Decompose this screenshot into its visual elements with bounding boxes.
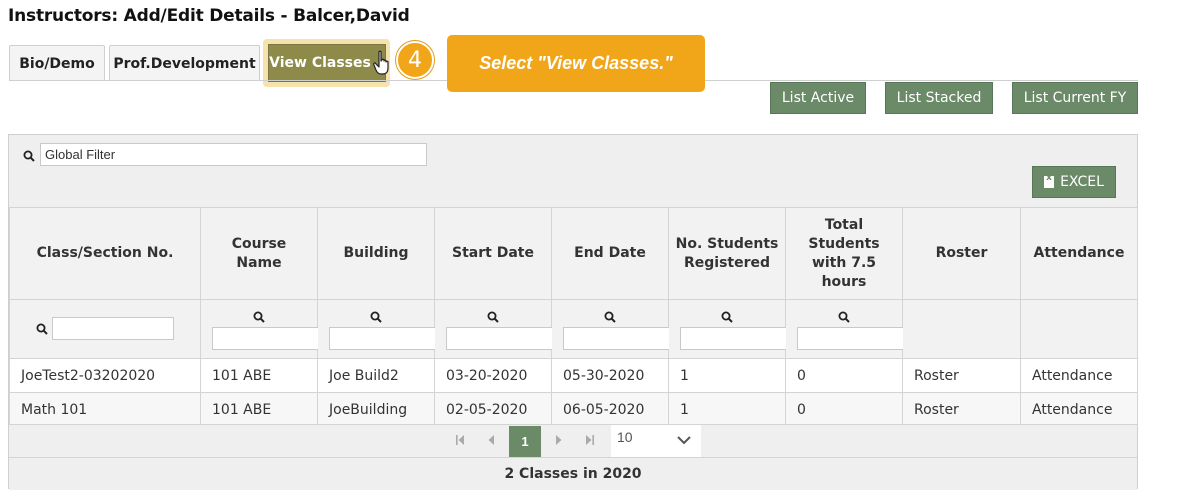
page-title: Instructors: Add/Edit Details - Balcer,D… — [8, 6, 410, 26]
table-row: JoeTest2-03202020 101 ABE Joe Build2 03-… — [9, 358, 1138, 393]
column-header-students-registered[interactable]: No. Students Registered — [668, 207, 786, 300]
filter-input-building[interactable] — [329, 327, 440, 350]
column-header-building[interactable]: Building — [317, 207, 435, 300]
search-icon — [487, 311, 499, 323]
column-header-roster: Roster — [902, 207, 1021, 300]
tab-prof-development[interactable]: Prof.Development — [109, 45, 260, 81]
class-section-link[interactable]: Math 101 — [9, 392, 201, 427]
list-current-fy-button[interactable]: List Current FY — [1012, 82, 1138, 114]
search-icon — [370, 311, 382, 323]
filter-cell-total-students-7-5 — [785, 299, 908, 359]
start-date-cell: 02-05-2020 — [434, 392, 552, 427]
filter-cell-roster — [902, 299, 1021, 359]
total-students-7-5-cell: 0 — [785, 392, 903, 427]
filter-cell-attendance — [1020, 299, 1138, 359]
column-header-attendance: Attendance — [1020, 207, 1138, 300]
list-stacked-button[interactable]: List Stacked — [885, 82, 993, 114]
column-header-course-name[interactable]: Course Name — [200, 207, 318, 300]
global-filter-input[interactable] — [40, 143, 427, 166]
attendance-link[interactable]: Attendance — [1020, 392, 1138, 427]
column-header-class-section[interactable]: Class/Section No. — [9, 207, 201, 300]
filter-cell-students-registered — [668, 299, 791, 359]
end-date-cell: 06-05-2020 — [551, 392, 669, 427]
total-students-7-5-cell: 0 — [785, 358, 903, 393]
tab-bio-demo[interactable]: Bio/Demo — [9, 45, 105, 81]
pager: 1 10 — [9, 424, 1137, 458]
next-page-icon[interactable] — [555, 434, 563, 446]
students-registered-cell: 1 — [668, 358, 786, 393]
chevron-down-icon — [677, 436, 691, 445]
filter-cell-start-date — [434, 299, 557, 359]
filter-input-total-students-7-5[interactable] — [797, 327, 908, 350]
filter-input-students-registered[interactable] — [680, 327, 791, 350]
filter-cell-building — [317, 299, 440, 359]
search-icon — [253, 311, 265, 323]
filter-input-start-date[interactable] — [446, 327, 557, 350]
filter-cell-course-name — [200, 299, 323, 359]
students-registered-cell: 1 — [668, 392, 786, 427]
classes-table: Class/Section No. Course Name Building S… — [9, 207, 1138, 427]
previous-page-icon[interactable] — [487, 434, 495, 446]
list-active-button[interactable]: List Active — [770, 82, 866, 114]
search-icon — [23, 150, 35, 162]
hand-pointer-icon — [373, 50, 389, 75]
course-name-cell: 101 ABE — [200, 392, 318, 427]
column-header-start-date[interactable]: Start Date — [434, 207, 552, 300]
page-size-value: 10 — [617, 429, 633, 445]
search-icon — [838, 311, 850, 323]
excel-export-button[interactable]: EXCEL — [1032, 166, 1116, 198]
filter-input-class-section[interactable] — [52, 317, 174, 340]
search-icon — [721, 311, 733, 323]
search-icon — [604, 311, 616, 323]
tutorial-callout: Select "View Classes." — [447, 35, 705, 92]
excel-button-label: EXCEL — [1060, 174, 1104, 190]
first-page-icon[interactable] — [455, 434, 465, 446]
start-date-cell: 03-20-2020 — [434, 358, 552, 393]
step-number-badge: 4 — [396, 41, 434, 79]
filter-input-end-date[interactable] — [563, 327, 674, 350]
building-cell: JoeBuilding — [317, 392, 435, 427]
last-page-icon[interactable] — [585, 434, 595, 446]
classes-grid: EXCEL Class/Section No. Course Name Buil… — [8, 134, 1138, 490]
filter-cell-end-date — [551, 299, 674, 359]
building-cell: Joe Build2 — [317, 358, 435, 393]
course-name-cell: 101 ABE — [200, 358, 318, 393]
grid-toolbar: EXCEL — [9, 135, 1137, 207]
column-header-end-date[interactable]: End Date — [551, 207, 669, 300]
excel-file-icon — [1044, 173, 1055, 188]
end-date-cell: 05-30-2020 — [551, 358, 669, 393]
column-header-total-students-7-5[interactable]: Total Students with 7.5 hours — [785, 207, 903, 300]
roster-link[interactable]: Roster — [902, 392, 1021, 427]
filter-cell-class-section — [9, 299, 201, 359]
search-icon — [36, 323, 48, 335]
current-page-button[interactable]: 1 — [509, 426, 541, 457]
table-row: Math 101 101 ABE JoeBuilding 02-05-2020 … — [9, 392, 1138, 427]
tab-view-classes[interactable]: View Classes — [268, 44, 386, 82]
page-size-select[interactable]: 10 — [611, 425, 701, 458]
roster-link[interactable]: Roster — [902, 358, 1021, 393]
class-section-link[interactable]: JoeTest2-03202020 — [9, 358, 201, 393]
attendance-link[interactable]: Attendance — [1020, 358, 1138, 393]
filter-input-course-name[interactable] — [212, 327, 323, 350]
grid-summary: 2 Classes in 2020 — [9, 457, 1137, 490]
